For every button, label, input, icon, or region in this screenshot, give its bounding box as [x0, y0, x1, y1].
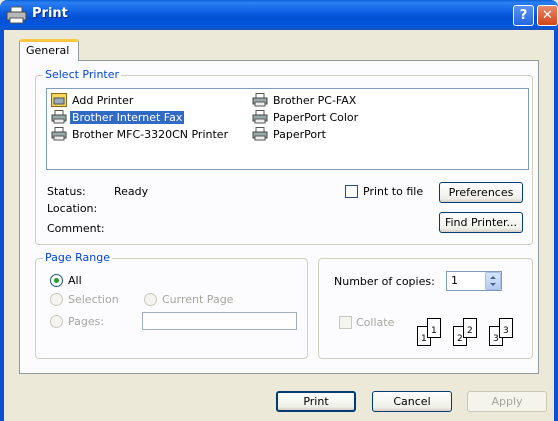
printer-item-brother-mfc-3320cn[interactable]: Brother MFC-3320CN Printer	[51, 126, 230, 142]
help-button[interactable]: ?	[513, 5, 534, 26]
print-to-file-label[interactable]: Print to file	[363, 185, 423, 198]
status-value: Ready	[114, 185, 149, 198]
window-title: Print	[32, 6, 68, 21]
find-printer-button[interactable]: Find Printer...	[439, 212, 523, 233]
printer-item-label: Brother PC-FAX	[273, 93, 357, 107]
printer-item-brother-pc-fax[interactable]: Brother PC-FAX	[252, 92, 358, 108]
printer-item-label: PaperPort	[273, 127, 326, 141]
collate-label[interactable]: Collate	[356, 316, 394, 329]
tab-general[interactable]: General	[19, 39, 79, 61]
selection-label[interactable]: Selection	[68, 293, 119, 306]
printer-item-label: Brother MFC-3320CN Printer	[72, 127, 229, 141]
printer-icon	[6, 6, 27, 24]
printer-list[interactable]: Add Printer Brother Internet Fax Brother…	[46, 88, 529, 170]
number-of-copies-label: Number of copies:	[334, 275, 435, 288]
pages-radio[interactable]	[50, 315, 63, 328]
comment-label: Comment:	[47, 222, 105, 235]
radio-selected-dot	[54, 278, 59, 283]
printer-icon	[51, 127, 67, 141]
selection-radio[interactable]	[50, 293, 63, 306]
pages-label[interactable]: Pages:	[68, 315, 104, 328]
select-printer-legend: Select Printer	[43, 68, 122, 81]
pages-input[interactable]	[142, 312, 297, 330]
location-label: Location:	[47, 202, 98, 215]
cancel-button[interactable]: Cancel	[372, 391, 452, 412]
close-button[interactable]: ✕	[537, 5, 558, 26]
add-printer-icon	[51, 93, 67, 107]
tab-general-label: General	[26, 44, 70, 57]
printer-icon	[252, 93, 268, 107]
print-button[interactable]: Print	[276, 391, 356, 412]
printer-item-label: PaperPort Color	[273, 110, 359, 124]
printer-item-paperport[interactable]: PaperPort	[252, 126, 328, 142]
collate-page: 1	[427, 318, 441, 338]
window-border-left	[0, 30, 4, 421]
printer-item-label: Add Printer	[72, 93, 134, 107]
print-to-file-checkbox[interactable]	[345, 185, 358, 198]
apply-button[interactable]: Apply	[467, 391, 547, 412]
copies-value: 1	[451, 274, 458, 287]
preferences-button[interactable]: Preferences	[439, 182, 523, 203]
collate-page: 3	[499, 318, 513, 338]
page-range-legend: Page Range	[43, 251, 112, 264]
collate-page: 2	[463, 318, 477, 338]
printer-icon	[252, 110, 268, 124]
copies-spinner[interactable]	[485, 272, 501, 290]
printer-item-brother-internet-fax[interactable]: Brother Internet Fax	[51, 109, 185, 125]
print-dialog: Print ? ✕ General Select Printer Add Pri…	[0, 0, 558, 421]
spinner-arrows-icon	[490, 276, 496, 286]
printer-icon	[51, 110, 67, 124]
status-label: Status:	[47, 185, 86, 198]
title-bar[interactable]: Print ? ✕	[0, 0, 558, 30]
printer-item-paperport-color[interactable]: PaperPort Color	[252, 109, 360, 125]
collate-checkbox[interactable]	[339, 316, 352, 329]
window-border-right	[554, 30, 558, 421]
all-radio[interactable]	[50, 274, 63, 287]
current-page-label[interactable]: Current Page	[162, 293, 233, 306]
all-label[interactable]: All	[68, 274, 82, 287]
printer-item-label: Brother Internet Fax	[70, 110, 185, 124]
current-page-radio[interactable]	[144, 293, 157, 306]
printer-item-add-printer[interactable]: Add Printer	[51, 92, 135, 108]
printer-icon	[252, 127, 268, 141]
